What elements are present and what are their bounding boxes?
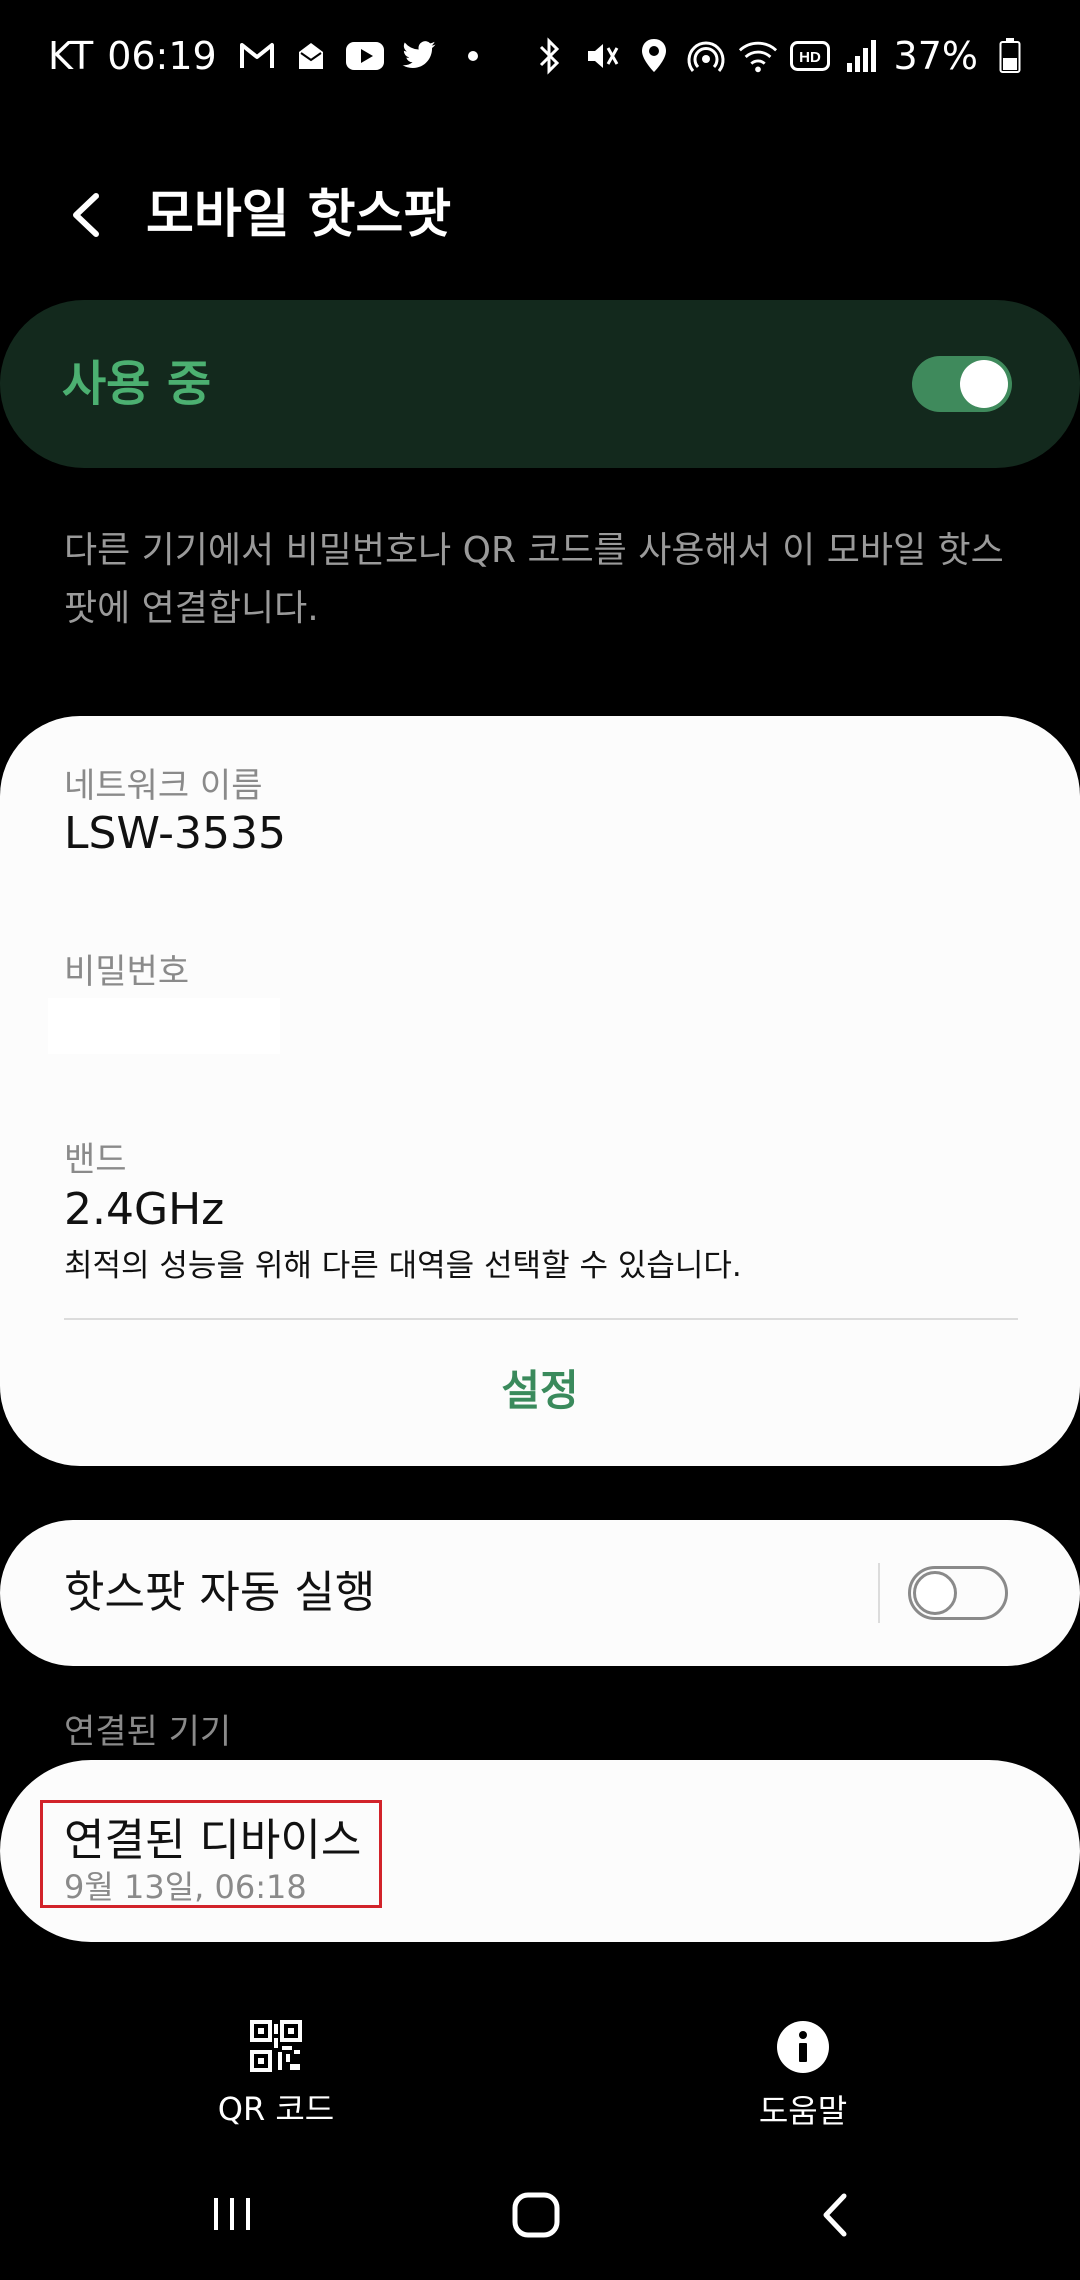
status-bar-right: HD 37% — [530, 28, 1030, 84]
toggle-knob — [960, 360, 1008, 408]
master-toggle-switch[interactable] — [912, 356, 1012, 412]
hotspot-icon — [686, 36, 726, 76]
back-arrow-icon — [73, 193, 99, 237]
svg-text:HD: HD — [799, 49, 821, 66]
battery-icon — [990, 36, 1030, 76]
dot-icon — [453, 36, 493, 76]
clock: 06:19 — [107, 34, 217, 78]
youtube-icon — [345, 36, 385, 76]
password-label: 비밀번호 — [64, 952, 190, 992]
band-note: 최적의 성능을 위해 다른 대역을 선택할 수 있습니다. — [64, 1248, 742, 1284]
device-connected-time: 9월 13일, 06:18 — [64, 1868, 307, 1906]
info-card-divider — [64, 1318, 1018, 1320]
mute-icon — [582, 36, 622, 76]
hotspot-description: 다른 기기에서 비밀번호나 QR 코드를 사용해서 이 모바일 핫스팟에 연결합… — [64, 530, 1004, 629]
battery-percent: 37% — [893, 34, 978, 78]
signal-icon — [842, 36, 882, 76]
back-chevron-icon — [823, 2193, 847, 2237]
page-title: 모바일 핫스팟 — [146, 185, 452, 245]
bluetooth-icon — [530, 36, 570, 76]
home-icon — [512, 2192, 560, 2238]
network-name-value[interactable]: LSW-3535 — [64, 808, 286, 859]
qr-code-label: QR 코드 — [217, 2090, 335, 2128]
qr-code-button[interactable]: QR 코드 — [196, 2020, 356, 2130]
qr-code-icon — [250, 2020, 302, 2072]
system-back-button[interactable] — [812, 2188, 860, 2242]
back-button[interactable] — [56, 180, 116, 250]
auto-hotspot-label: 핫스팟 자동 실행 — [64, 1567, 376, 1618]
carrier-label: KT — [48, 34, 94, 78]
settings-button[interactable]: 설정 — [440, 1356, 640, 1426]
status-bar-left: KT 06:19 — [48, 28, 493, 84]
toggle-knob — [913, 1571, 957, 1615]
twitter-icon — [399, 36, 439, 76]
wifi-icon — [738, 36, 778, 76]
hd-icon: HD — [789, 36, 830, 76]
device-name: 연결된 디바이스 — [64, 1815, 362, 1866]
mail-icon — [291, 36, 331, 76]
help-button[interactable]: 도움말 — [720, 2020, 886, 2130]
recent-apps-icon — [214, 2198, 250, 2230]
auto-hotspot-divider — [878, 1563, 880, 1623]
master-switch-label: 사용 중 — [62, 356, 212, 412]
password-redacted-box[interactable] — [48, 998, 280, 1054]
connected-devices-header: 연결된 기기 — [64, 1712, 232, 1752]
gmail-icon — [237, 36, 277, 76]
location-icon — [634, 36, 674, 76]
recent-apps-button[interactable] — [208, 2190, 256, 2238]
network-name-label: 네트워크 이름 — [64, 766, 263, 806]
home-button[interactable] — [510, 2190, 562, 2240]
band-value[interactable]: 2.4GHz — [64, 1184, 224, 1235]
help-label: 도움말 — [758, 2092, 848, 2130]
info-icon — [777, 2021, 829, 2073]
auto-hotspot-toggle-switch[interactable] — [908, 1566, 1008, 1620]
band-label: 밴드 — [64, 1140, 127, 1180]
